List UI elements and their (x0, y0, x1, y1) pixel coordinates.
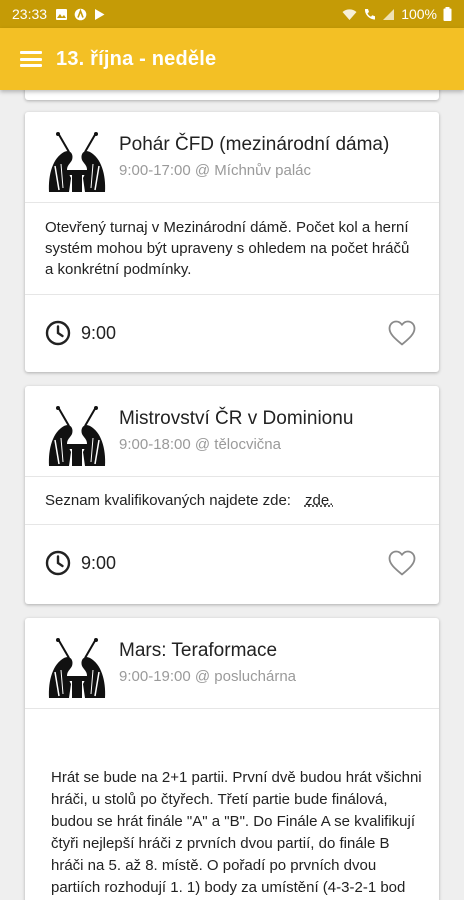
event-time-place: 9:00-18:00 @ tělocvična (119, 436, 281, 453)
favorite-heart-icon[interactable] (387, 319, 417, 347)
status-bar: 23:33 100% (0, 0, 464, 28)
clock-icon (45, 550, 71, 576)
favorite-heart-icon[interactable] (387, 549, 417, 577)
event-header: Mars: Teraformace 9:00-19:00 @ posluchár… (25, 618, 439, 708)
description-text: Seznam kvalifikovaných najdete zde: (45, 492, 291, 509)
app-notification-icon (74, 8, 87, 20)
club-logo-icon (45, 404, 109, 468)
event-card[interactable]: Pohár ČFD (mezinárodní dáma) 9:00-17:00 … (25, 112, 439, 372)
club-logo-icon (45, 636, 109, 700)
event-description: Seznam kvalifikovaných najdete zde: zde. (25, 477, 439, 524)
signal-icon (383, 8, 395, 20)
event-title: Mars: Teraformace (119, 640, 278, 661)
clock-icon (45, 320, 71, 346)
battery-percent: 100% (401, 6, 437, 22)
call-icon (365, 8, 376, 19)
menu-icon[interactable] (20, 51, 42, 67)
page-title: 13. října - neděle (56, 47, 217, 70)
image-icon (56, 8, 68, 20)
event-footer: 9:00 (25, 525, 439, 601)
event-time-place: 9:00-19:00 @ posluchárna (119, 668, 297, 685)
event-card[interactable]: Mars: Teraformace 9:00-19:00 @ posluchár… (25, 618, 439, 900)
event-header: Pohár ČFD (mezinárodní dáma) 9:00-17:00 … (25, 112, 439, 202)
event-card[interactable]: Mistrovství ČR v Dominionu 9:00-18:00 @ … (25, 386, 439, 604)
event-title: Pohár ČFD (mezinárodní dáma) (119, 134, 390, 155)
event-description: Hrát se bude na 2+1 partii. První dvě bu… (51, 769, 422, 896)
app-bar: 13. října - neděle (0, 28, 464, 90)
wifi-icon (342, 8, 357, 20)
battery-icon (443, 7, 452, 21)
qualified-list-link[interactable]: zde. (305, 492, 333, 509)
event-start-time: 9:00 (81, 322, 117, 343)
play-store-icon (95, 8, 105, 20)
event-start-time: 9:00 (81, 552, 117, 573)
status-time: 23:33 (12, 6, 48, 22)
event-time-place: 9:00-17:00 @ Míchnův palác (119, 162, 312, 179)
club-logo-icon (45, 130, 109, 194)
event-description: Otevřený turnaj v Mezinárodní dámě. Poče… (45, 219, 410, 278)
event-header: Mistrovství ČR v Dominionu 9:00-18:00 @ … (25, 386, 439, 476)
event-footer: 9:00 (25, 295, 439, 371)
event-title: Mistrovství ČR v Dominionu (119, 408, 354, 429)
